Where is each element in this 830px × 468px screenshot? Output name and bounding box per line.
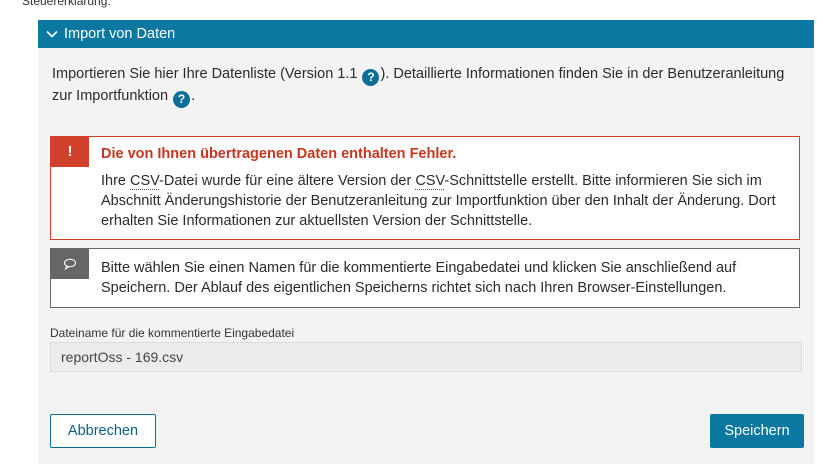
panel-header-label: Import von Daten xyxy=(64,26,176,42)
panel-header-import[interactable]: Import von Daten xyxy=(38,20,814,48)
version-help-icon[interactable]: ? xyxy=(362,69,380,86)
speech-bubble-icon xyxy=(51,249,89,279)
page-intro-text-cutoff: Steuererklärung. xyxy=(22,0,111,8)
filename-label: Dateiname für die kommentierte Eingabeda… xyxy=(50,326,295,340)
abbr-csv: CSV xyxy=(130,173,160,190)
intro-text-part1: Importieren Sie hier Ihre Datenliste (Ve… xyxy=(52,66,362,82)
error-alert-title: Die von Ihnen übertragenen Daten enthalt… xyxy=(101,146,457,162)
save-button[interactable]: Speichern xyxy=(710,414,804,448)
intro-text-part3: . xyxy=(191,88,196,104)
info-alert-text: Bitte wählen Sie einen Namen für die kom… xyxy=(101,260,737,296)
import-panel: Import von Daten Importieren Sie hier Ih… xyxy=(38,20,814,464)
info-alert: Bitte wählen Sie einen Namen für die kom… xyxy=(50,248,800,308)
guide-help-icon[interactable]: ? xyxy=(173,91,191,108)
chevron-down-icon xyxy=(44,26,60,42)
filename-field[interactable]: reportOss - 169.csv xyxy=(50,342,802,372)
error-alert: ! Die von Ihnen übertragenen Daten entha… xyxy=(50,136,800,240)
error-alert-body: Ihre CSV-Datei wurde für eine ältere Ver… xyxy=(101,173,776,229)
cancel-button[interactable]: Abbrechen xyxy=(50,414,156,448)
intro-text: Importieren Sie hier Ihre Datenliste (Ve… xyxy=(52,64,792,108)
exclamation-icon: ! xyxy=(51,137,89,167)
abbr-csv: CSV xyxy=(415,173,445,190)
